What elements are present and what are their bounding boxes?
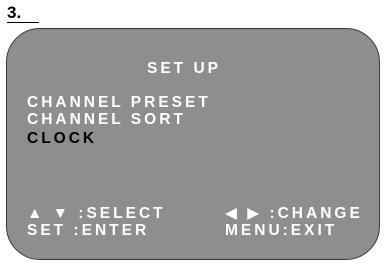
hint-change: ◀ ▶ :CHANGE [225, 205, 363, 222]
menu-item-channel-sort[interactable]: CHANNEL SORT [27, 112, 186, 128]
menu-item-channel-preset[interactable]: CHANNEL PRESET [27, 95, 211, 111]
menu-title: SET UP [147, 60, 221, 77]
hint-select: ▲ ▼ :SELECT [27, 205, 166, 222]
step-underline [7, 22, 39, 23]
osd-screen: SET UP CHANNEL PRESET CHANNEL SORT CLOCK… [6, 28, 380, 260]
step-number: 3. [7, 3, 22, 22]
hint-enter: SET :ENTER [27, 222, 150, 239]
menu-item-clock[interactable]: CLOCK [27, 131, 97, 147]
hint-exit: MENU:EXIT [225, 222, 338, 239]
